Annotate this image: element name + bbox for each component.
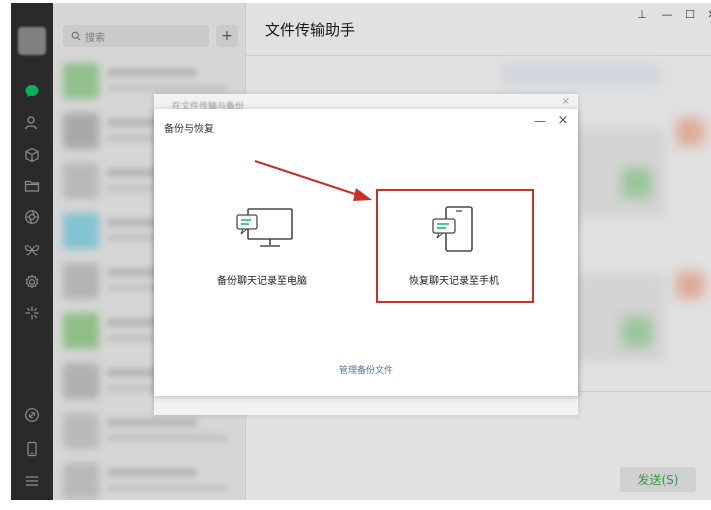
annotation-arrow <box>254 159 372 201</box>
backup-restore-dialog: 备份与恢复 — × 备份聊天记录至电脑 恢复聊天记录至手机 管理备份文件 <box>154 109 578 396</box>
background-dialog-close[interactable]: × <box>562 96 570 107</box>
manage-backup-link[interactable]: 管理备份文件 <box>154 363 578 376</box>
wechat-window: 搜索 + 文件传输助手 ⊥ — ☐ ✕ 发送(S) 在文件传输与备份 × <box>11 3 711 500</box>
